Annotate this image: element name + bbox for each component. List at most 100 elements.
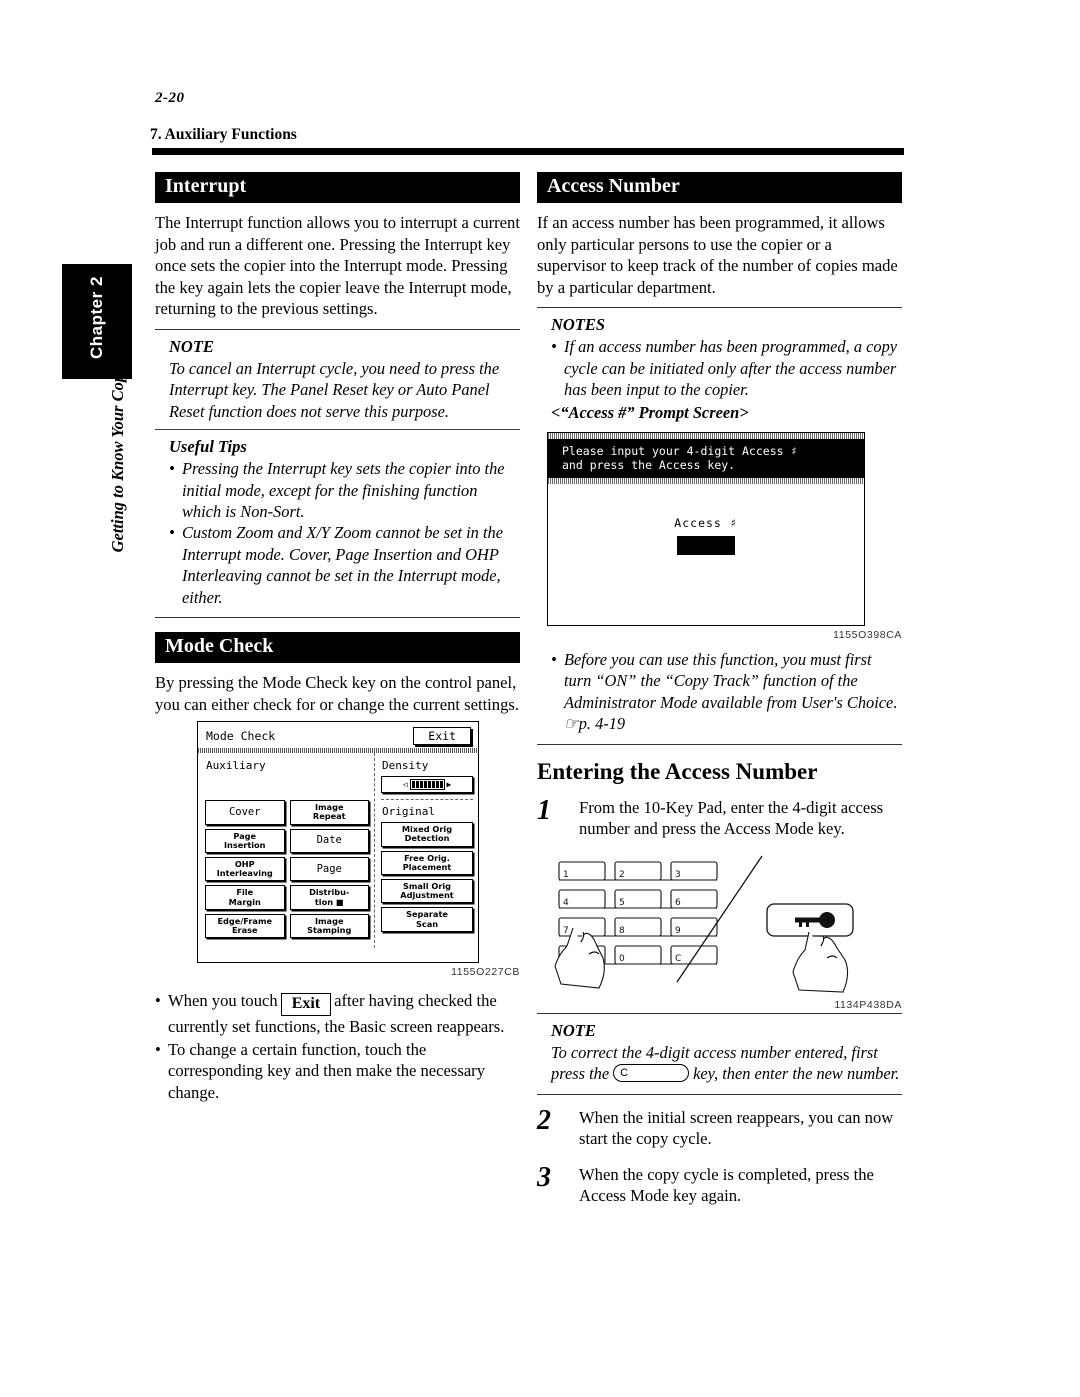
svg-text:1: 1	[563, 870, 569, 880]
table-row: Small Orig Adjustment	[381, 879, 473, 904]
notes-title: NOTES	[551, 315, 606, 335]
divider	[537, 743, 902, 745]
note-title: NOTE	[551, 1020, 596, 1040]
svg-text:5: 5	[619, 898, 625, 908]
panel-divider	[381, 799, 473, 801]
exit-key-inline[interactable]: Exit	[280, 993, 332, 1017]
date-key[interactable]: Date	[289, 828, 369, 854]
table-row: File Margin Distribu- tion ■	[205, 885, 369, 910]
mixed-orig-detection-key[interactable]: Mixed Orig Detection	[381, 822, 473, 847]
page-number: 2-20	[155, 90, 185, 106]
step-text: When the copy cycle is completed, press …	[579, 1164, 874, 1206]
image-stamping-key[interactable]: Image Stamping	[289, 913, 369, 939]
page-insertion-key[interactable]: Page Insertion	[205, 828, 285, 854]
step-text: When the initial screen reappears, you c…	[579, 1107, 894, 1149]
divider	[155, 328, 520, 330]
page-key[interactable]: Page	[289, 857, 369, 882]
edge-frame-erase-key[interactable]: Edge/Frame Erase	[205, 913, 285, 939]
entering-access-number-heading: Entering the Access Number	[537, 758, 818, 784]
svg-text:9: 9	[675, 926, 681, 936]
prompt-screen-label: <“Access #” Prompt Screen>	[551, 402, 749, 422]
mode-check-figure: Mode Check Exit Auxiliary Cover Image Re…	[155, 721, 520, 978]
prompt-message: Please input your 4-digit Access ♯ and p…	[548, 439, 864, 478]
interrupt-body: The Interrupt function allows you to int…	[155, 213, 520, 319]
interrupt-useful-tips: Useful Tips Pressing the Interrupt key s…	[155, 437, 520, 608]
manual-page: 2-20 7. Auxiliary Functions Chapter 2 Ge…	[0, 0, 1080, 1397]
divider	[537, 1012, 902, 1014]
tips-list: Pressing the Interrupt key sets the copi…	[169, 458, 520, 608]
small-orig-adjustment-key[interactable]: Small Orig Adjustment	[381, 879, 473, 904]
mode-check-body-area: Auxiliary Cover Image Repeat Page Insert…	[198, 753, 478, 949]
mode-check-bullets: When you touchExitafter having checked t…	[155, 990, 520, 1103]
keypad-illustration: 1 2 3 4 5 6 7 8 9 0 C	[554, 855, 854, 993]
free-orig-placement-key[interactable]: Free Orig. Placement	[381, 850, 473, 876]
hand-pointer-right	[792, 931, 849, 993]
distribution-key[interactable]: Distribu- tion ■	[289, 885, 369, 910]
access-field-label: Access ♯	[674, 516, 738, 530]
auxiliary-panel: Auxiliary Cover Image Repeat Page Insert…	[198, 753, 375, 949]
access-number-body: If an access number has been programmed,…	[537, 213, 898, 297]
table-row: Page Insertion Date	[205, 828, 369, 854]
list-item: When you touchExitafter having checked t…	[155, 990, 520, 1038]
entering-note: NOTE To correct the 4-digit access numbe…	[537, 1021, 902, 1085]
clear-key-inline[interactable]	[613, 1063, 690, 1085]
table-row: Free Orig. Placement	[381, 850, 473, 876]
density-slider[interactable]: ◁ ▶	[381, 776, 473, 794]
table-row: Separate Scan	[381, 907, 473, 932]
step-text: From the 10-Key Pad, enter the 4-digit a…	[579, 797, 884, 839]
svg-text:3: 3	[675, 870, 681, 880]
prompt-message-line-1: Please input your 4-digit Access ♯	[562, 444, 798, 458]
divider	[537, 1093, 902, 1095]
image-repeat-key[interactable]: Image Repeat	[289, 800, 369, 825]
prompt-message-line-2: and press the Access key.	[562, 458, 736, 472]
access-number-input[interactable]	[677, 536, 735, 555]
list-item: To change a certain function, touch the …	[155, 1039, 520, 1104]
access-prompt-screen: Please input your 4-digit Access ♯ and p…	[547, 432, 865, 626]
svg-text:6: 6	[675, 898, 681, 908]
mode-check-titlebar: Mode Check Exit	[198, 722, 478, 748]
step-number: 2	[537, 1104, 551, 1136]
table-row: Edge/Frame Erase Image Stamping	[205, 913, 369, 939]
auxiliary-label: Auxiliary	[206, 759, 266, 773]
mode-check-screen: Mode Check Exit Auxiliary Cover Image Re…	[197, 721, 479, 964]
density-bar	[409, 779, 445, 791]
arrow-right-icon: ▶	[446, 780, 452, 790]
mode-check-body: By pressing the Mode Check key on the co…	[155, 673, 519, 714]
figure-caption: 1155O227CB	[451, 966, 520, 979]
separate-scan-key[interactable]: Separate Scan	[381, 907, 473, 932]
chapter-rail: Chapter 2 Getting to Know Your Copier	[62, 264, 132, 552]
access-field-area: Access ♯	[548, 484, 864, 555]
table-row: Mixed Orig Detection	[381, 822, 473, 847]
tips-title: Useful Tips	[169, 437, 247, 457]
bullet-pre: When you touch	[168, 991, 278, 1011]
chapter-title-vertical: Getting to Know Your Copier	[108, 355, 127, 553]
note-text: To correct the 4-digit access number ent…	[551, 1042, 902, 1085]
note-text: To cancel an Interrupt cycle, you need t…	[169, 358, 500, 421]
ohp-interleaving-key[interactable]: OHP Interleaving	[205, 857, 285, 882]
density-original-panel: Density ◁ ▶ Original Mixed Orig Detectio…	[375, 753, 478, 948]
original-label: Original	[382, 805, 435, 819]
running-head: 7. Auxiliary Functions	[150, 126, 297, 143]
hand-pointer-left	[554, 927, 605, 989]
table-row: Cover Image Repeat	[205, 800, 369, 825]
mode-check-screen-title: Mode Check	[206, 729, 276, 744]
note-title: NOTE	[169, 336, 214, 356]
density-label: Density	[382, 759, 429, 773]
step-1: 1 From the 10-Key Pad, enter the 4-digit…	[537, 794, 902, 840]
list-item: Pressing the Interrupt key sets the copi…	[169, 458, 520, 522]
step-number: 3	[537, 1161, 551, 1193]
svg-text:8: 8	[619, 926, 625, 936]
step-2: 2 When the initial screen reappears, you…	[537, 1104, 902, 1150]
access-number-notes: NOTES If an access number has been progr…	[537, 315, 902, 423]
file-margin-key[interactable]: File Margin	[205, 885, 285, 910]
exit-button[interactable]: Exit	[413, 727, 471, 746]
divider	[155, 617, 520, 619]
figure-caption: 1155O398CA	[833, 629, 902, 641]
cover-key[interactable]: Cover	[205, 800, 285, 825]
step-3: 3 When the copy cycle is completed, pres…	[537, 1161, 902, 1207]
table-row: OHP Interleaving Page	[205, 857, 369, 882]
list-item: Custom Zoom and X/Y Zoom cannot be set i…	[169, 522, 520, 608]
list-item: Before you can use this function, you mu…	[551, 649, 902, 735]
step-number: 1	[537, 794, 551, 826]
